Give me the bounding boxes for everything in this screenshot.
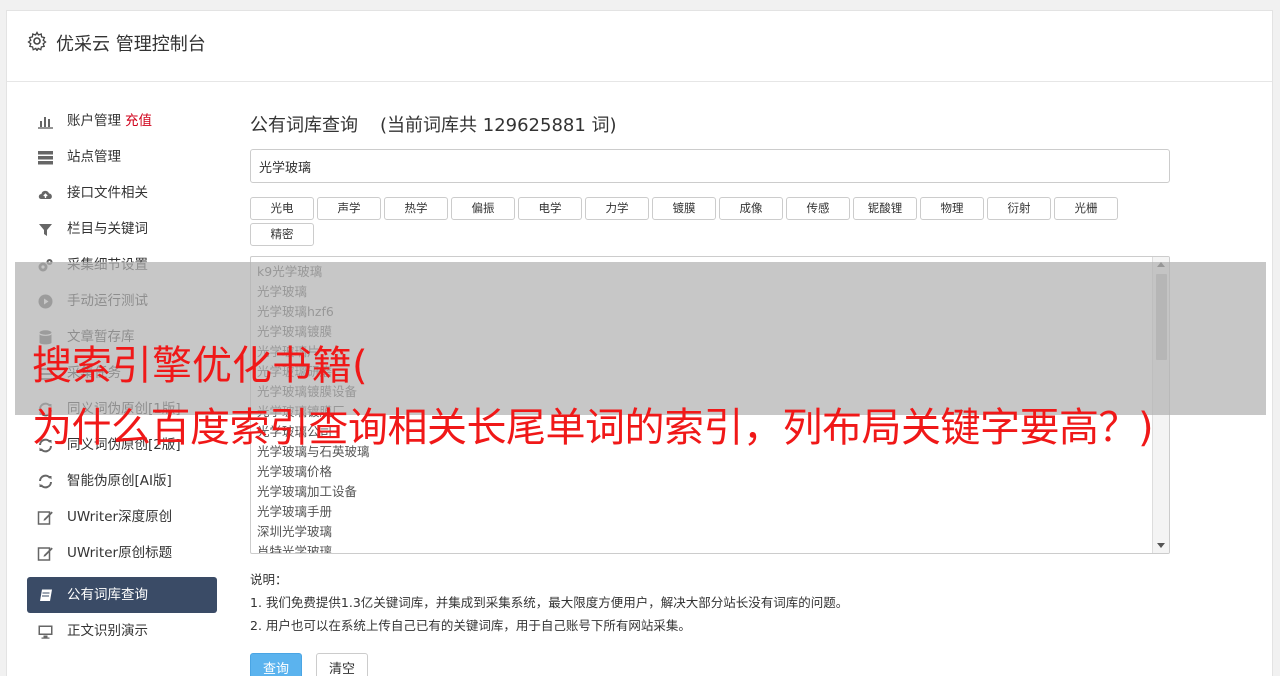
sidebar-item-label: 账户管理 bbox=[67, 113, 121, 129]
note-item: 2. 用户也可以在系统上传自己已有的关键词库，用于自己账号下所有网站采集。 bbox=[250, 618, 691, 633]
page-title: 公有词库查询 (当前词库共 129625881 词) bbox=[250, 103, 1170, 149]
action-buttons: 查询 清空 bbox=[250, 653, 1170, 676]
app-title: 优采云 管理控制台 bbox=[56, 34, 206, 55]
tag-button[interactable]: 物理 bbox=[920, 197, 984, 220]
tag-button[interactable]: 铌酸锂 bbox=[853, 197, 917, 220]
bar-chart-icon bbox=[38, 117, 53, 129]
tag-button[interactable]: 光电 bbox=[250, 197, 314, 220]
server-icon bbox=[38, 151, 53, 165]
recharge-link[interactable]: 充值 bbox=[125, 113, 152, 129]
scroll-thumb[interactable] bbox=[1156, 274, 1167, 360]
sidebar-item-label: 栏目与关键词 bbox=[67, 221, 148, 237]
scroll-down-arrow-icon[interactable] bbox=[1157, 543, 1165, 548]
sidebar-item-public-dictionary[interactable]: 公有词库查询 bbox=[27, 577, 217, 613]
tag-button[interactable]: 镀膜 bbox=[652, 197, 716, 220]
tag-button[interactable]: 热学 bbox=[384, 197, 448, 220]
tag-button[interactable]: 电学 bbox=[518, 197, 582, 220]
tag-button[interactable]: 精密 bbox=[250, 223, 314, 246]
query-button[interactable]: 查询 bbox=[250, 653, 303, 676]
sidebar-item-label: 手动运行测试 bbox=[67, 293, 148, 309]
notes-title: 说明： bbox=[250, 572, 288, 587]
tag-button[interactable]: 成像 bbox=[719, 197, 783, 220]
list-item[interactable]: 光学玻璃研磨 bbox=[257, 362, 1163, 382]
list-item[interactable]: 光学玻璃片 bbox=[257, 342, 1163, 362]
edit-icon bbox=[37, 511, 53, 525]
list-item[interactable]: 光学玻璃价格 bbox=[257, 462, 1163, 482]
list-item[interactable]: 光学玻璃手册 bbox=[257, 502, 1163, 522]
sidebar-item-uwriter-deep[interactable]: UWriter深度原创 bbox=[27, 499, 217, 535]
list-item[interactable]: 光学玻璃hzf6 bbox=[257, 302, 1163, 322]
cloud-upload-icon bbox=[38, 190, 52, 199]
list-item[interactable]: 光学玻璃加工设备 bbox=[257, 482, 1163, 502]
dictionary-count: (当前词库共 129625881 词) bbox=[380, 115, 617, 136]
sidebar-item-label: 采集细节设置 bbox=[67, 257, 148, 273]
book-icon bbox=[40, 589, 52, 601]
keyword-search-input[interactable] bbox=[250, 149, 1170, 183]
sidebar-item-collect-settings[interactable]: 采集细节设置 bbox=[27, 247, 217, 283]
tag-button[interactable]: 光栅 bbox=[1054, 197, 1118, 220]
gear-icon bbox=[27, 31, 47, 51]
filter-icon bbox=[39, 224, 52, 236]
overlay-headline-line2: 为什么百度索引查询相关长尾单词的索引，列布局关键字要高？) bbox=[32, 405, 1154, 451]
sidebar-item-label: UWriter原创标题 bbox=[67, 545, 173, 561]
sidebar-item-interface-files[interactable]: 接口文件相关 bbox=[27, 175, 217, 211]
scroll-up-arrow-icon[interactable] bbox=[1157, 262, 1165, 267]
clear-button[interactable]: 清空 bbox=[316, 653, 369, 676]
sidebar-item-label: 接口文件相关 bbox=[67, 185, 148, 201]
tag-button[interactable]: 传感 bbox=[786, 197, 850, 220]
list-item[interactable]: k9光学玻璃 bbox=[257, 262, 1163, 282]
sidebar-item-label: 智能伪原创[AI版] bbox=[67, 473, 172, 489]
sidebar-item-account[interactable]: 账户管理 充值 bbox=[27, 103, 217, 139]
note-item: 1. 我们免费提供1.3亿关键词库，并集成到采集系统，最大限度方便用户，解决大部… bbox=[250, 595, 849, 610]
list-item[interactable]: 光学玻璃镀膜 bbox=[257, 322, 1163, 342]
main-content: 公有词库查询 (当前词库共 129625881 词) 光电 声学 热学 偏振 电学… bbox=[250, 103, 1170, 676]
sidebar-item-manual-run[interactable]: 手动运行测试 bbox=[27, 283, 217, 319]
refresh-icon bbox=[39, 474, 52, 489]
sidebar-item-label: 公有词库查询 bbox=[67, 587, 148, 603]
tag-button[interactable]: 衍射 bbox=[987, 197, 1051, 220]
tag-button[interactable]: 声学 bbox=[317, 197, 381, 220]
sidebar-item-categories-keywords[interactable]: 栏目与关键词 bbox=[27, 211, 217, 247]
results-scrollbar[interactable] bbox=[1152, 257, 1169, 553]
sidebar-item-text-recognition[interactable]: 正文识别演示 bbox=[27, 613, 217, 649]
list-item[interactable]: 光学玻璃镀膜设备 bbox=[257, 382, 1163, 402]
sidebar-item-label: 站点管理 bbox=[67, 149, 121, 165]
gears-icon bbox=[38, 259, 53, 272]
monitor-icon bbox=[38, 625, 53, 639]
page-title-text: 公有词库查询 bbox=[250, 115, 358, 136]
list-item[interactable]: 光学玻璃 bbox=[257, 282, 1163, 302]
list-item[interactable]: 深圳光学玻璃 bbox=[257, 522, 1163, 542]
tag-buttons: 光电 声学 热学 偏振 电学 力学 镀膜 成像 传感 铌酸锂 物理 衍射 光栅 … bbox=[250, 197, 1150, 246]
tag-button[interactable]: 力学 bbox=[585, 197, 649, 220]
edit-icon bbox=[37, 547, 53, 561]
overlay-headline-line1: 搜索引擎优化书籍( bbox=[32, 343, 368, 389]
sidebar-item-ai-rewrite[interactable]: 智能伪原创[AI版] bbox=[27, 463, 217, 499]
notes: 说明： 1. 我们免费提供1.3亿关键词库，并集成到采集系统，最大限度方便用户，… bbox=[250, 568, 1170, 637]
list-item[interactable]: 肖特光学玻璃 bbox=[257, 542, 1163, 553]
play-circle-icon bbox=[38, 294, 53, 309]
sidebar-item-uwriter-title[interactable]: UWriter原创标题 bbox=[27, 535, 217, 571]
sidebar-item-sites[interactable]: 站点管理 bbox=[27, 139, 217, 175]
sidebar-item-label: UWriter深度原创 bbox=[67, 509, 173, 525]
tag-button[interactable]: 偏振 bbox=[451, 197, 515, 220]
header: 优采云 管理控制台 bbox=[7, 11, 1272, 82]
sidebar-item-label: 正文识别演示 bbox=[67, 623, 148, 639]
